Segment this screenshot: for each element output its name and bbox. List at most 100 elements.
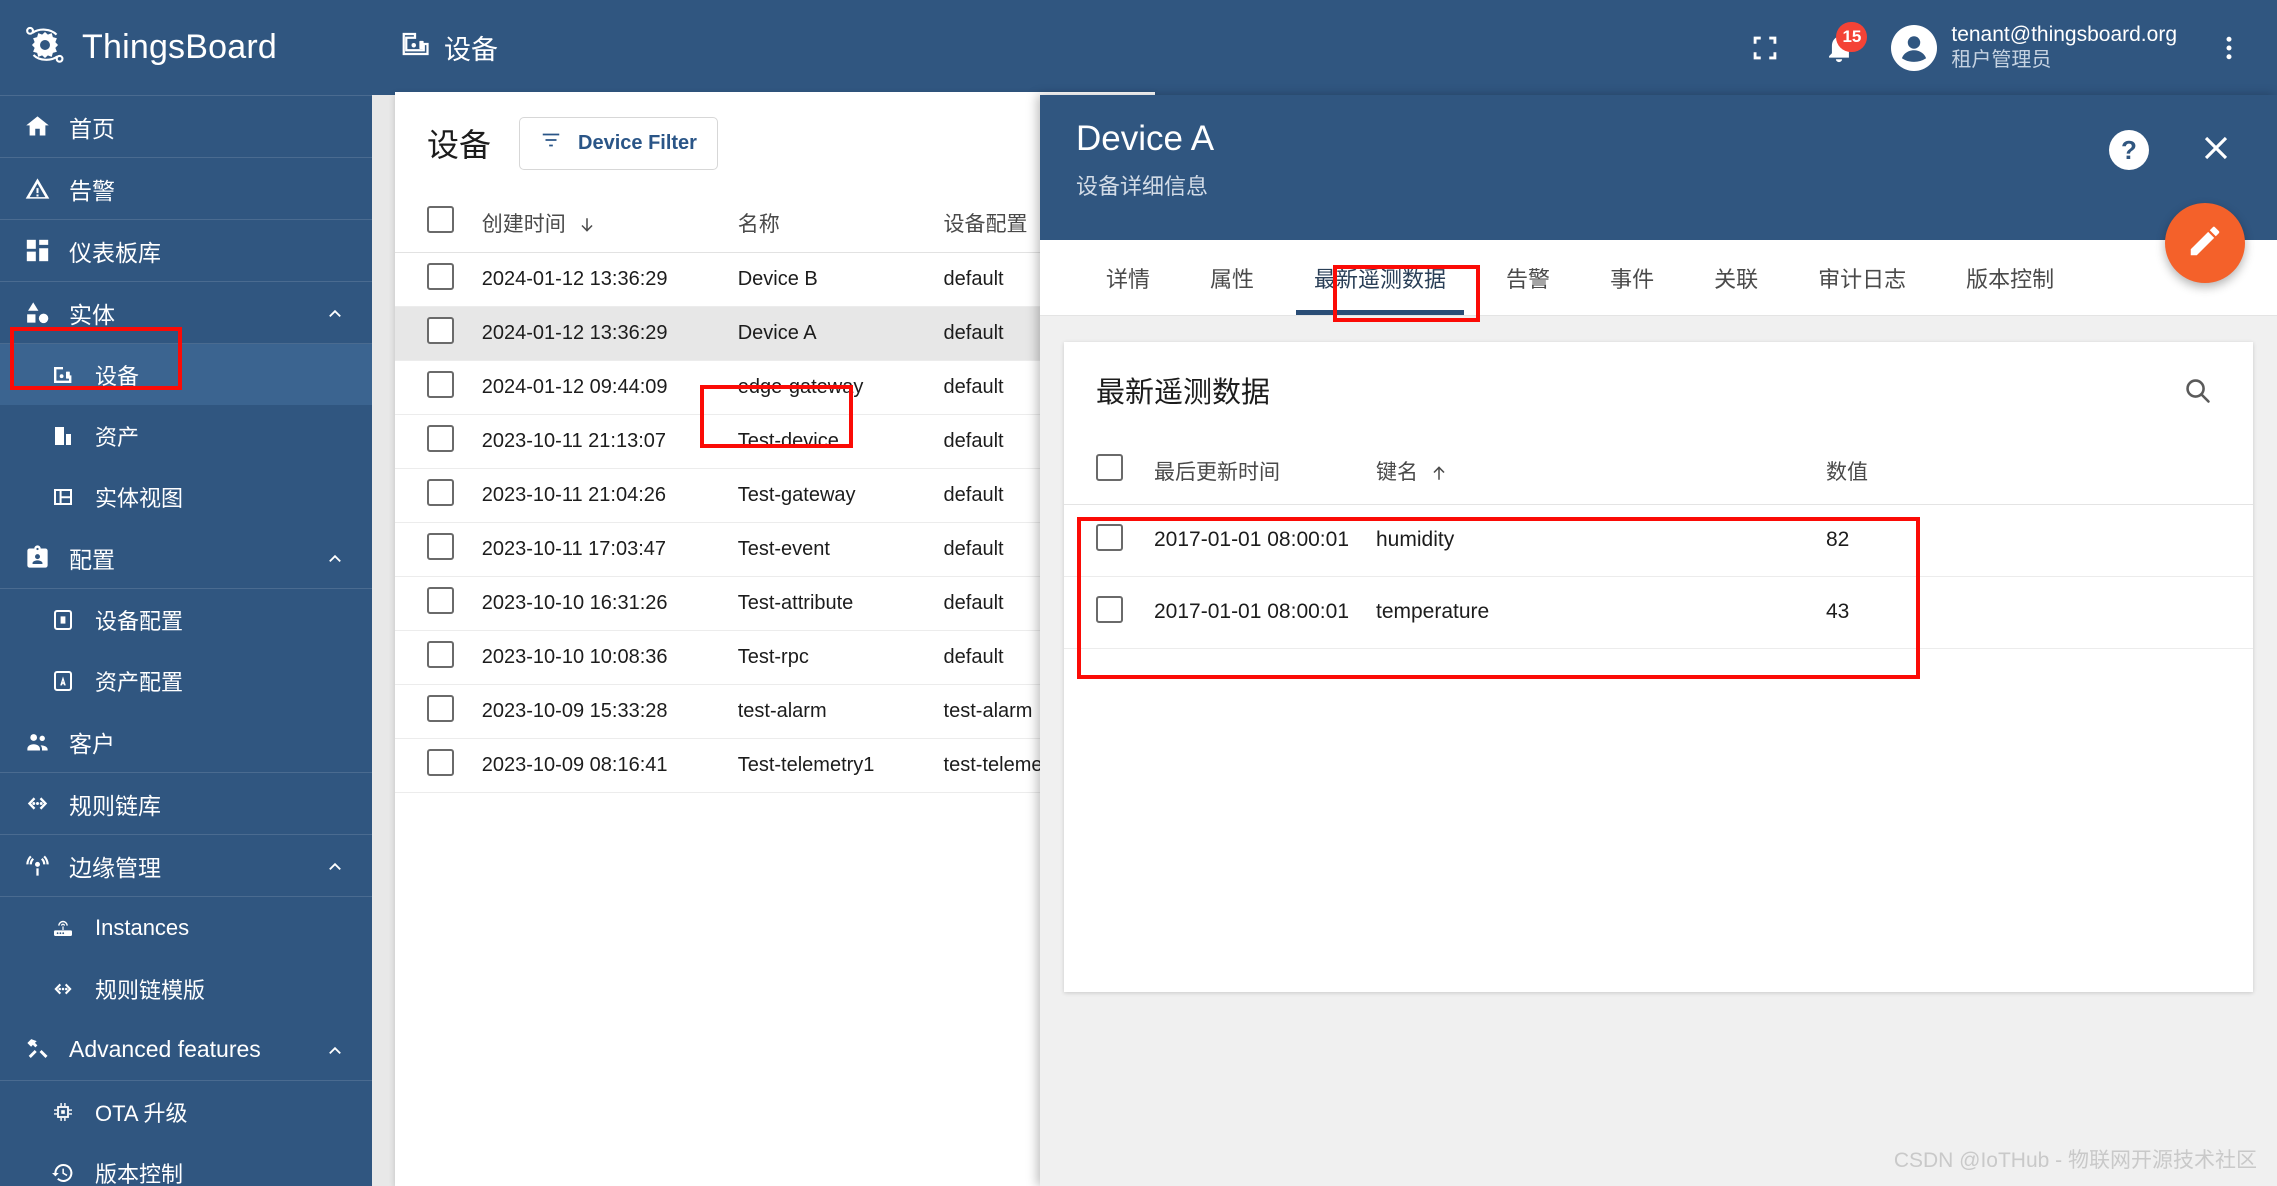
row-checkbox-cell <box>395 252 482 307</box>
row-checkbox[interactable] <box>427 478 454 506</box>
table-row[interactable]: 2017-01-01 08:00:01 temperature 43 <box>1064 576 2253 649</box>
row-checkbox[interactable] <box>1096 595 1123 623</box>
sidebar-item-10[interactable]: 客户 <box>0 711 372 772</box>
row-checkbox[interactable] <box>427 586 454 614</box>
sidebar-item-label: 客户 <box>69 730 115 757</box>
tab-label: 事件 <box>1610 266 1655 292</box>
history-icon <box>48 1158 78 1186</box>
cell-name: Test-gateway <box>737 468 944 523</box>
row-checkbox[interactable] <box>427 262 454 290</box>
sidebar-item-9[interactable]: 资产配置 <box>0 650 372 711</box>
tab-3[interactable]: 告警 <box>1476 240 1580 315</box>
telemetry-header: 最新遥测数据 <box>1064 342 2253 438</box>
sidebar-item-15[interactable]: Advanced features <box>0 1019 372 1080</box>
column-value[interactable]: 数值 <box>1826 438 2253 505</box>
sidebar-item-5[interactable]: 资产 <box>0 405 372 466</box>
row-checkbox-cell <box>395 738 482 793</box>
cell-name: Test-rpc <box>737 630 944 685</box>
tab-7[interactable]: 版本控制 <box>1936 240 2084 315</box>
help-icon[interactable]: ? <box>2109 130 2149 170</box>
row-checkbox[interactable] <box>427 532 454 560</box>
page-title: 设备 <box>400 28 498 67</box>
device-list-title: 设备 <box>427 127 492 163</box>
brand-logo[interactable]: ThingsBoard <box>0 0 372 95</box>
row-checkbox[interactable] <box>427 748 454 776</box>
user-menu[interactable]: tenant@thingsboard.org 租户管理员 <box>1891 22 2177 73</box>
select-all-checkbox[interactable] <box>427 206 454 234</box>
sidebar-item-2[interactable]: 仪表板库 <box>0 220 372 281</box>
table-row[interactable]: 2017-01-01 08:00:01 humidity 82 <box>1064 504 2253 577</box>
rule-chain-template-icon <box>48 974 78 1004</box>
cell-value: 43 <box>1826 576 2253 649</box>
device-filter-button[interactable]: Device Filter <box>519 116 718 170</box>
tab-1[interactable]: 属性 <box>1180 240 1284 315</box>
entity-view-icon <box>48 482 78 512</box>
row-checkbox[interactable] <box>427 694 454 722</box>
row-checkbox[interactable] <box>1096 523 1123 551</box>
row-checkbox[interactable] <box>427 640 454 668</box>
column-label: 最后更新时间 <box>1154 460 1280 484</box>
sidebar-item-8[interactable]: 设备配置 <box>0 589 372 650</box>
row-checkbox[interactable] <box>427 370 454 398</box>
fullscreen-icon[interactable] <box>1743 26 1787 70</box>
sidebar-item-13[interactable]: Instances <box>0 897 372 958</box>
sidebar-item-14[interactable]: 规则链模版 <box>0 958 372 1019</box>
close-icon[interactable] <box>2193 125 2239 171</box>
sidebar-item-label: 首页 <box>69 115 115 142</box>
column-label: 设备配置 <box>943 212 1028 236</box>
sidebar-item-label: 实体视图 <box>95 485 184 511</box>
device-details-panel: Device A 设备详细信息 ? 详情 属性 最新遥测数据 告警 事件 关联 审计日志 版本… <box>1040 95 2277 1186</box>
row-checkbox[interactable] <box>427 424 454 452</box>
tab-4[interactable]: 事件 <box>1580 240 1684 315</box>
cell-created-time: 2024-01-12 13:36:29 <box>481 306 738 361</box>
telemetry-select-all-checkbox[interactable] <box>1096 454 1123 482</box>
chevron-up-icon[interactable] <box>324 1039 346 1061</box>
page-title-label: 设备 <box>444 35 498 65</box>
sidebar-item-3[interactable]: 实体 <box>0 282 372 343</box>
customers-icon <box>22 727 52 757</box>
chevron-up-icon[interactable] <box>324 855 346 877</box>
notification-badge: 15 <box>1836 21 1868 52</box>
edge-icon <box>22 851 52 881</box>
details-panel-header: Device A 设备详细信息 ? <box>1040 95 2277 240</box>
row-checkbox[interactable] <box>427 316 454 344</box>
sidebar-item-label: OTA 升级 <box>95 1100 188 1126</box>
asset-icon <box>48 421 78 451</box>
cell-last-update-time: 2017-01-01 08:00:01 <box>1154 504 1376 577</box>
sidebar-item-label: 规则链库 <box>69 792 161 819</box>
more-vertical-icon[interactable] <box>2207 26 2251 70</box>
sidebar-item-7[interactable]: 配置 <box>0 527 372 588</box>
column-created-time[interactable]: 创建时间 <box>481 194 738 253</box>
sidebar-item-11[interactable]: 规则链库 <box>0 773 372 834</box>
chevron-up-icon[interactable] <box>324 547 346 569</box>
search-icon[interactable] <box>2173 366 2221 414</box>
sidebar-item-0[interactable]: 首页 <box>0 96 372 157</box>
cell-value: 82 <box>1826 504 2253 577</box>
edit-device-button[interactable] <box>2165 203 2245 283</box>
sidebar-item-17[interactable]: 版本控制 <box>0 1142 372 1186</box>
column-key[interactable]: 键名 <box>1376 438 1826 505</box>
tab-2[interactable]: 最新遥测数据 <box>1284 240 1476 315</box>
tab-5[interactable]: 关联 <box>1684 240 1788 315</box>
tab-6[interactable]: 审计日志 <box>1788 240 1936 315</box>
row-checkbox-cell <box>395 360 482 415</box>
tab-0[interactable]: 详情 <box>1076 240 1180 315</box>
sidebar-item-label: Instances <box>95 914 190 940</box>
sidebar-item-1[interactable]: 告警 <box>0 158 372 219</box>
cell-name: Test-telemetry1 <box>737 738 944 793</box>
sidebar-item-6[interactable]: 实体视图 <box>0 466 372 527</box>
cell-key: temperature <box>1376 576 1826 649</box>
sidebar-item-12[interactable]: 边缘管理 <box>0 835 372 896</box>
column-last-update-time[interactable]: 最后更新时间 <box>1154 438 1376 505</box>
chevron-up-icon[interactable] <box>324 302 346 324</box>
column-name[interactable]: 名称 <box>737 194 944 253</box>
row-checkbox-cell <box>395 630 482 685</box>
row-checkbox-cell <box>1064 576 1154 649</box>
cell-created-time: 2023-10-10 10:08:36 <box>481 630 738 685</box>
sidebar-item-4[interactable]: 设备 <box>0 344 372 405</box>
home-icon <box>22 112 52 142</box>
bell-icon[interactable]: 15 <box>1817 21 1868 70</box>
help-label: ? <box>2121 134 2137 165</box>
tab-label: 关联 <box>1714 266 1759 292</box>
sidebar-item-16[interactable]: OTA 升级 <box>0 1081 372 1142</box>
